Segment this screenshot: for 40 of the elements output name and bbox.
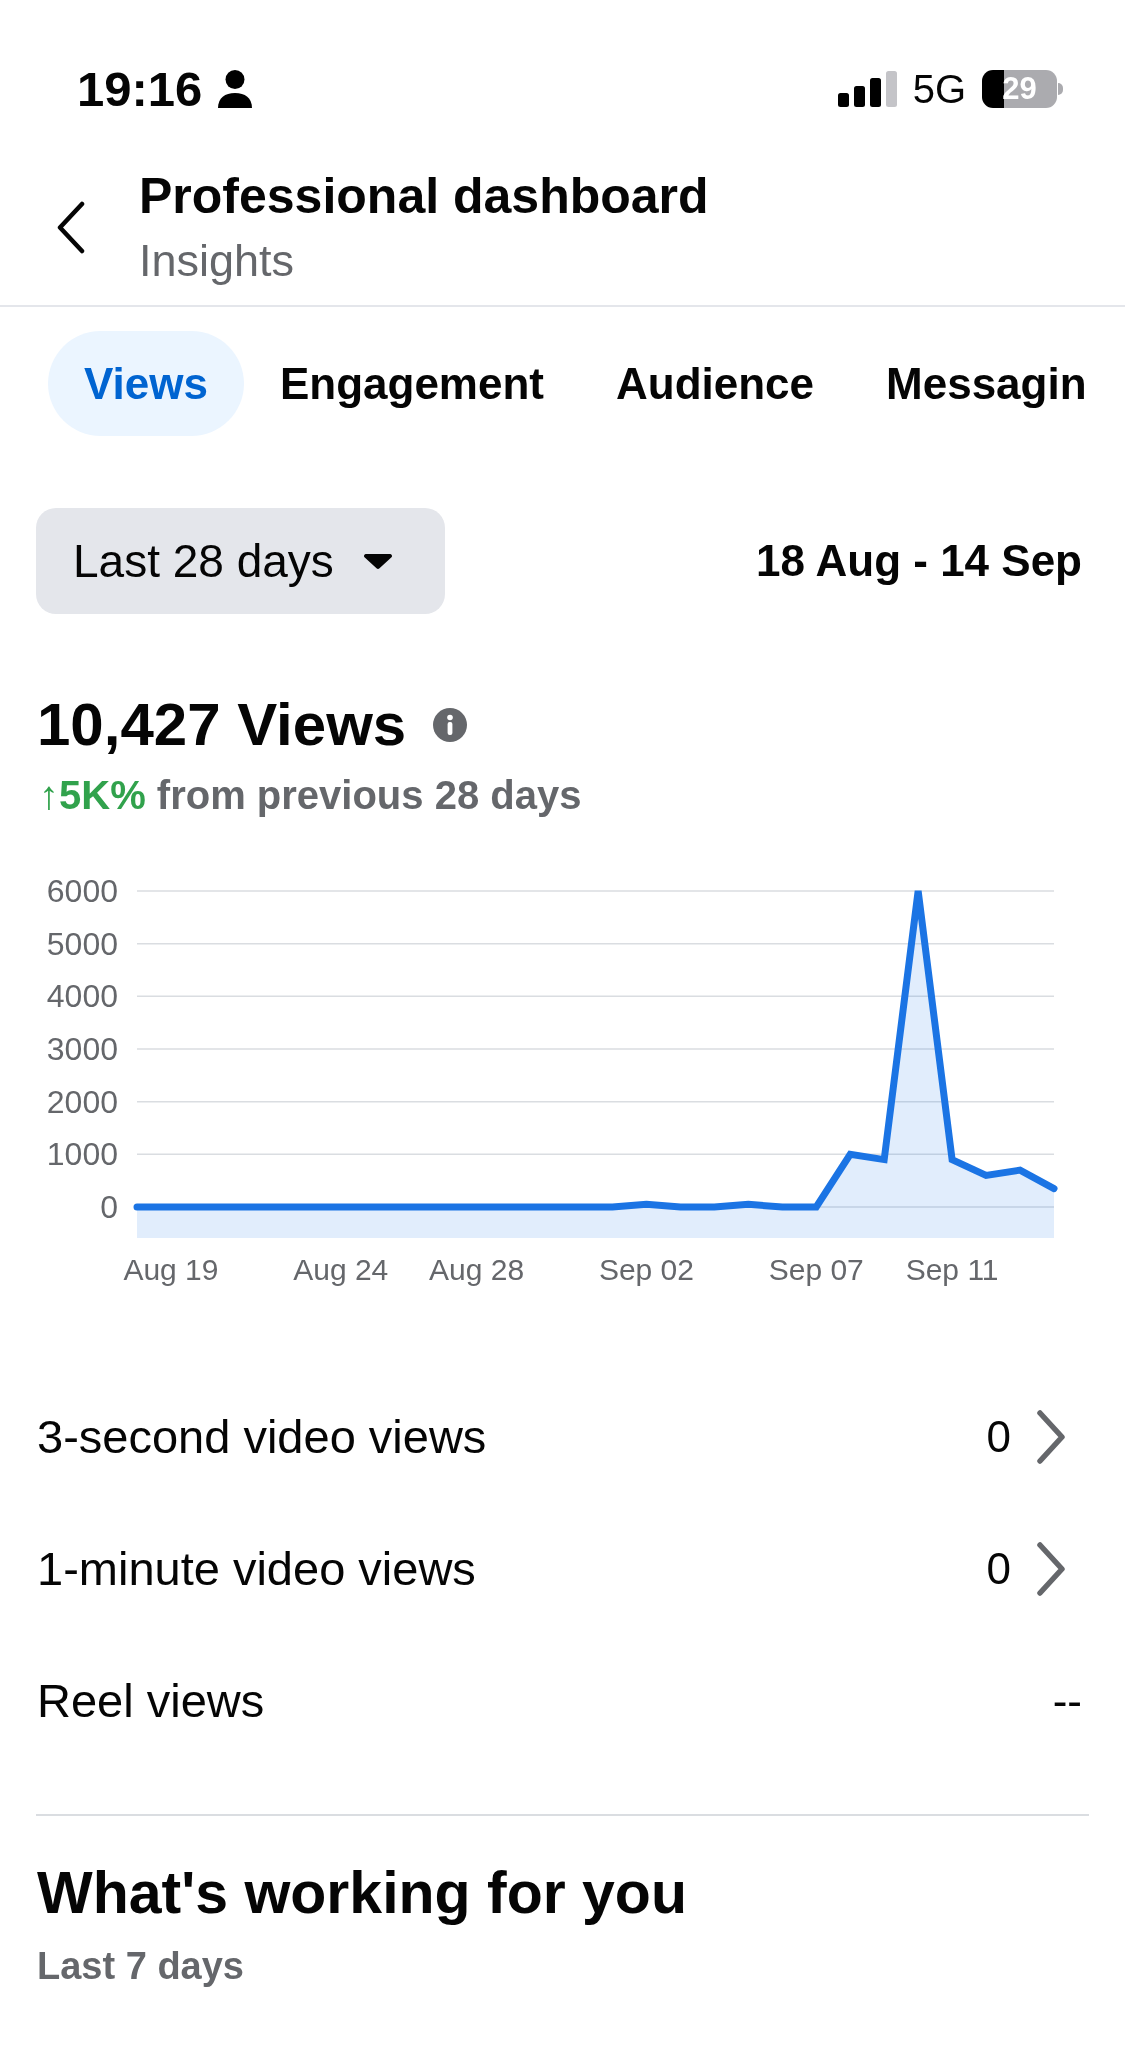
- page-title: Professional dashboard: [139, 167, 709, 226]
- x-axis-label: Sep 11: [905, 1252, 999, 1286]
- signal-icon: [837, 71, 897, 107]
- metric-value: --: [1052, 1675, 1082, 1727]
- tab[interactable]: Messagin: [850, 331, 1123, 436]
- caret-down-icon: [363, 552, 392, 570]
- x-axis-label: Aug 28: [429, 1252, 525, 1286]
- y-axis-label: 4000: [46, 978, 118, 1015]
- chevron-right-icon[interactable]: [1036, 1542, 1066, 1596]
- date-range-dropdown[interactable]: Last 28 days: [36, 508, 445, 614]
- status-time: 19:16: [77, 64, 203, 114]
- y-axis-label: 0: [100, 1189, 118, 1225]
- metric-value: 0: [986, 1543, 1011, 1595]
- info-icon[interactable]: [433, 708, 468, 742]
- metric-label: 3-second video views: [37, 1408, 488, 1465]
- x-axis-label: Aug 19: [123, 1252, 219, 1286]
- y-axis-label: 5000: [46, 925, 118, 962]
- date-range-text: 18 Aug - 14 Sep: [755, 535, 1082, 587]
- tab[interactable]: Views: [48, 331, 244, 436]
- y-axis-label: 2000: [46, 1083, 118, 1120]
- chevron-right-icon[interactable]: [1036, 1410, 1066, 1464]
- views-total: 10,427 Views: [37, 690, 407, 760]
- section-title: What's working for you: [37, 1859, 688, 1928]
- metric-label: 1-minute video views: [37, 1540, 477, 1597]
- x-axis-label: Sep 02: [598, 1252, 694, 1286]
- x-axis-label: Aug 24: [293, 1252, 389, 1286]
- x-axis-label: Sep 07: [768, 1252, 864, 1286]
- metric-value: 0: [986, 1411, 1011, 1463]
- y-axis-label: 3000: [46, 1031, 118, 1067]
- back-icon[interactable]: [56, 200, 86, 254]
- person-icon: [218, 70, 253, 108]
- section-subtitle: Last 7 days: [37, 1944, 245, 1989]
- page-subtitle: Insights: [139, 234, 296, 288]
- network-label: 5G: [912, 69, 966, 109]
- y-axis-label: 1000: [46, 1136, 118, 1173]
- tab[interactable]: Engagement: [243, 331, 580, 436]
- views-change-text: ↑5K% from previous 28 days: [39, 772, 583, 819]
- tab[interactable]: Audience: [580, 331, 851, 436]
- metric-label: Reel views: [37, 1672, 266, 1729]
- y-axis-label: 6000: [46, 873, 118, 909]
